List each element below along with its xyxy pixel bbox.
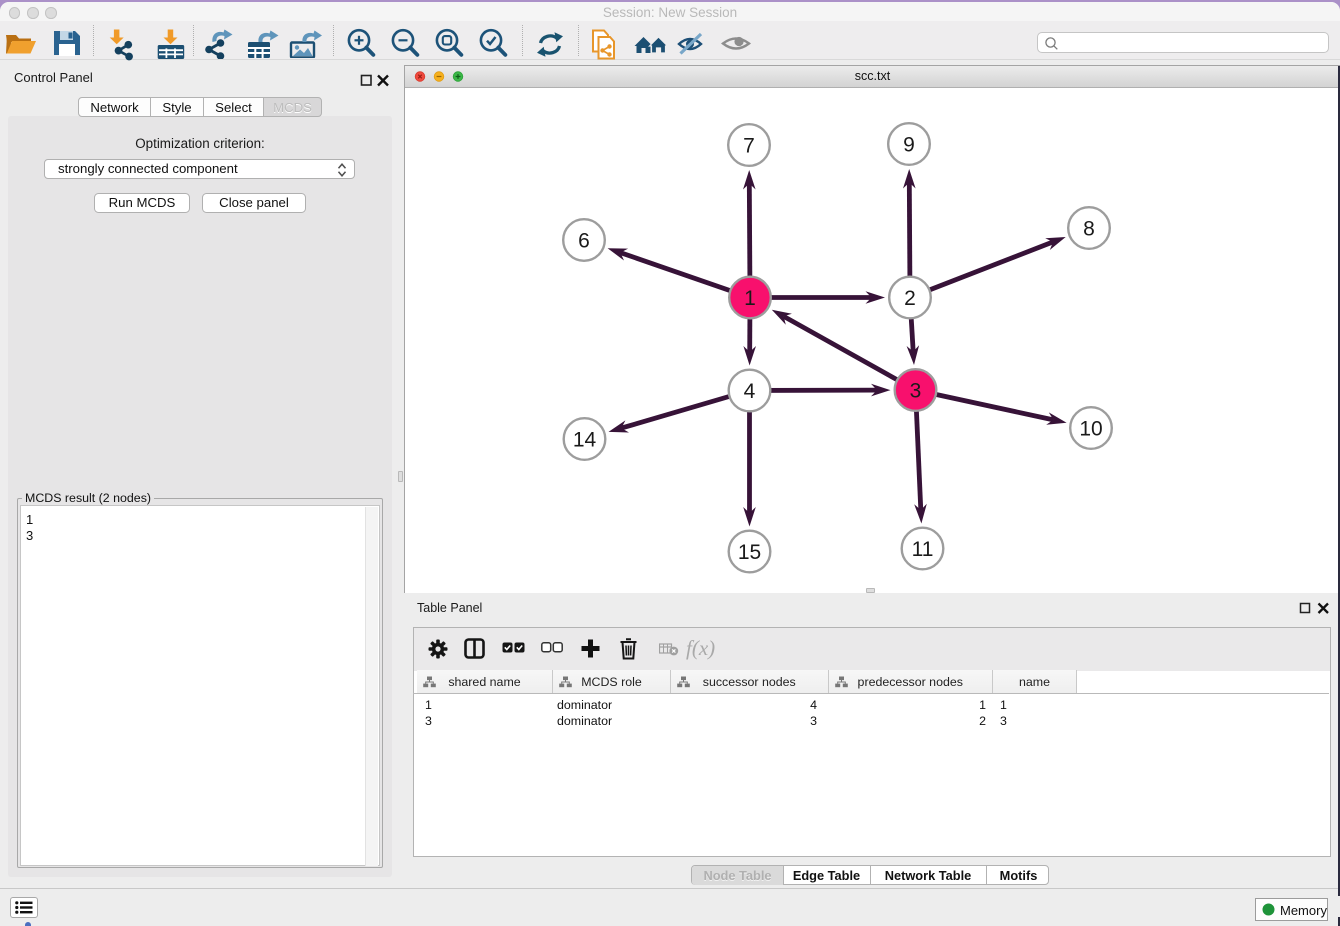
svg-text:6: 6 bbox=[578, 230, 590, 253]
svg-text:7: 7 bbox=[743, 135, 755, 158]
svg-text:14: 14 bbox=[573, 429, 597, 452]
svg-text:15: 15 bbox=[738, 541, 761, 564]
svg-text:1: 1 bbox=[744, 287, 756, 310]
svg-text:8: 8 bbox=[1083, 218, 1095, 241]
svg-text:3: 3 bbox=[910, 380, 922, 403]
svg-text:9: 9 bbox=[903, 134, 915, 157]
svg-text:11: 11 bbox=[912, 538, 934, 561]
svg-text:4: 4 bbox=[744, 380, 756, 403]
svg-text:2: 2 bbox=[904, 287, 916, 310]
svg-text:10: 10 bbox=[1079, 418, 1102, 441]
